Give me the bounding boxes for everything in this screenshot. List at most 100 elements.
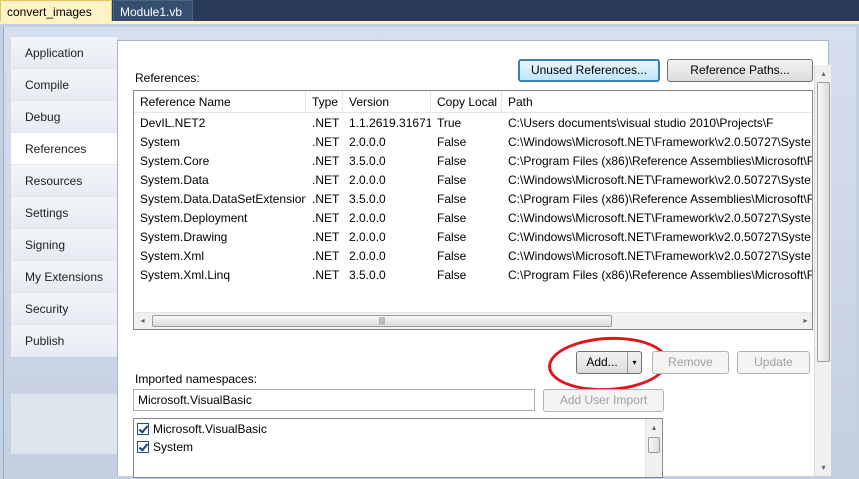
cell-copy-local: False: [437, 135, 467, 149]
cell-version: 2.0.0.0: [349, 230, 386, 244]
tab-convert-images[interactable]: convert_images: [0, 0, 112, 22]
add-user-import-button[interactable]: Add User Import: [543, 389, 664, 412]
checkbox-checked-icon[interactable]: [137, 423, 149, 435]
remove-reference-button[interactable]: Remove: [652, 351, 729, 374]
column-header-path[interactable]: Path: [502, 91, 812, 113]
namespaces-vertical-scrollbar[interactable]: ▴: [645, 419, 662, 477]
cell-copy-local: False: [437, 249, 467, 263]
designer-nav: Application Compile Debug References Res…: [11, 37, 119, 357]
table-row[interactable]: System.Core .NET 3.5.0.0 False C:\Program Fi…: [134, 152, 813, 171]
cell-copy-local: False: [437, 230, 467, 244]
namespace-item[interactable]: Microsoft.VisualBasic: [137, 420, 267, 438]
cell-reference-name: System.Core: [140, 154, 210, 168]
update-reference-button[interactable]: Update: [737, 351, 810, 374]
nav-item-security[interactable]: Security: [11, 293, 117, 325]
table-row[interactable]: System.Drawing .NET 2.0.0.0 False C:\Windows…: [134, 228, 812, 247]
references-label: References:: [135, 71, 200, 85]
cell-reference-name: System.Data: [140, 173, 209, 187]
scroll-right-icon[interactable]: ▸: [797, 313, 812, 329]
scrollbar-thumb[interactable]: [648, 437, 660, 453]
nav-item-signing[interactable]: Signing: [11, 229, 117, 261]
cell-type: .NET: [312, 268, 340, 282]
table-row[interactable]: System.Data .NET 2.0.0.0 False C:\Windows\Mi…: [134, 171, 812, 190]
scrollbar-thumb[interactable]: [817, 82, 830, 362]
reference-paths-button[interactable]: Reference Paths...: [667, 59, 813, 82]
cell-type: .NET: [312, 249, 340, 263]
cell-reference-name: System.Data.DataSetExtensions: [140, 192, 306, 206]
cell-reference-name: System.Xml.Linq: [140, 268, 231, 282]
cell-path: C:\Windows\Microsoft.NET\Framework\v2.0.…: [508, 135, 811, 149]
cell-reference-name: System.Drawing: [140, 230, 228, 244]
table-row[interactable]: System.Xml.Linq .NET 3.5.0.0 False C:\Progra…: [134, 266, 813, 285]
designer-vertical-scrollbar[interactable]: ▴ ▾: [814, 65, 831, 476]
namespace-item[interactable]: System: [137, 438, 193, 456]
cell-type: .NET: [312, 154, 340, 168]
nav-item-application[interactable]: Application: [11, 37, 117, 69]
document-tab-strip: convert_images Module1.vb: [0, 0, 859, 22]
cell-reference-name: System.Deployment: [140, 211, 248, 225]
cell-reference-name: DevIL.NET2: [140, 116, 206, 130]
table-row[interactable]: DevIL.NET2 .NET 1.1.2619.31671 True C:\Users…: [134, 114, 812, 133]
namespace-item-label: Microsoft.VisualBasic: [153, 422, 267, 436]
cell-version: 2.0.0.0: [349, 173, 386, 187]
scroll-left-icon[interactable]: ◂: [134, 313, 151, 329]
highlight-annotation: [546, 333, 670, 395]
nav-item-publish[interactable]: Publish: [11, 325, 117, 357]
nav-item-references[interactable]: References: [11, 133, 119, 165]
grip-icon: |||: [378, 316, 386, 325]
cell-path: C:\Windows\Microsoft.NET\Framework\v2.0.…: [508, 211, 811, 225]
column-header-type[interactable]: Type: [306, 91, 343, 113]
nav-tail: [11, 394, 117, 454]
tab-module1-vb[interactable]: Module1.vb: [113, 0, 193, 22]
cell-type: .NET: [312, 211, 340, 225]
cell-copy-local: True: [437, 116, 462, 130]
cell-copy-local: False: [437, 154, 467, 168]
column-header-copy-local[interactable]: Copy Local: [431, 91, 502, 113]
table-row[interactable]: System.Deployment .NET 2.0.0.0 False C:\Wind…: [134, 209, 812, 228]
namespace-item-label: System: [153, 440, 194, 454]
table-row[interactable]: System.Xml .NET 2.0.0.0 False C:\Windows\Mic…: [134, 247, 812, 266]
cell-reference-name: System.Xml: [140, 249, 205, 263]
scroll-up-icon[interactable]: ▴: [646, 419, 662, 436]
scroll-up-icon[interactable]: ▴: [815, 65, 832, 82]
cell-type: .NET: [312, 230, 340, 244]
scrollbar-thumb[interactable]: |||: [152, 315, 612, 327]
cell-copy-local: False: [437, 173, 467, 187]
column-header-reference-name[interactable]: Reference Name: [134, 91, 306, 113]
namespace-input[interactable]: Microsoft.VisualBasic: [133, 389, 535, 411]
nav-item-debug[interactable]: Debug: [11, 101, 117, 133]
unused-references-button[interactable]: Unused References...: [518, 59, 660, 82]
cell-path: C:\Program Files (x86)\Reference Assembl…: [508, 154, 813, 168]
cell-version: 3.5.0.0: [349, 154, 386, 168]
cell-copy-local: False: [437, 211, 467, 225]
column-header-version[interactable]: Version: [343, 91, 431, 113]
cell-copy-local: False: [437, 268, 467, 282]
nav-item-settings[interactable]: Settings: [11, 197, 117, 229]
cell-path: C:\Program Files (x86)\Reference Assembl…: [508, 268, 813, 282]
cell-copy-local: False: [437, 192, 467, 206]
cell-type: .NET: [312, 116, 340, 130]
cell-version: 2.0.0.0: [349, 135, 386, 149]
scroll-down-icon[interactable]: ▾: [815, 459, 832, 476]
cell-version: 3.5.0.0: [349, 192, 386, 206]
cell-type: .NET: [312, 173, 340, 187]
nav-item-compile[interactable]: Compile: [11, 69, 117, 101]
checkbox-checked-icon[interactable]: [137, 441, 149, 453]
nav-item-my-extensions[interactable]: My Extensions: [11, 261, 117, 293]
cell-path: C:\Users documents\visual studio 2010\Pr…: [508, 116, 774, 130]
references-list[interactable]: Reference Name Type Version Copy Local P…: [133, 90, 813, 330]
cell-version: 3.5.0.0: [349, 268, 386, 282]
table-row[interactable]: System.Data.DataSetExtensions .NET 3.5.0.0…: [134, 190, 813, 209]
cell-version: 2.0.0.0: [349, 249, 386, 263]
cell-path: C:\Program Files (x86)\Reference Assembl…: [508, 192, 813, 206]
nav-item-resources[interactable]: Resources: [11, 165, 117, 197]
references-panel: References: Unused References... Referen…: [117, 40, 829, 478]
cell-path: C:\Windows\Microsoft.NET\Framework\v2.0.…: [508, 173, 811, 187]
cell-path: C:\Windows\Microsoft.NET\Framework\v2.0.…: [508, 230, 811, 244]
cell-version: 1.1.2619.31671: [349, 116, 431, 130]
references-horizontal-scrollbar[interactable]: ◂ ||| ▸: [134, 312, 812, 329]
imported-namespaces-list[interactable]: Microsoft.VisualBasic System ▴: [133, 418, 663, 478]
references-list-header: Reference Name Type Version Copy Local P…: [134, 91, 812, 113]
table-row[interactable]: System .NET 2.0.0.0 False C:\Windows\Microso…: [134, 133, 812, 152]
cell-type: .NET: [312, 192, 340, 206]
